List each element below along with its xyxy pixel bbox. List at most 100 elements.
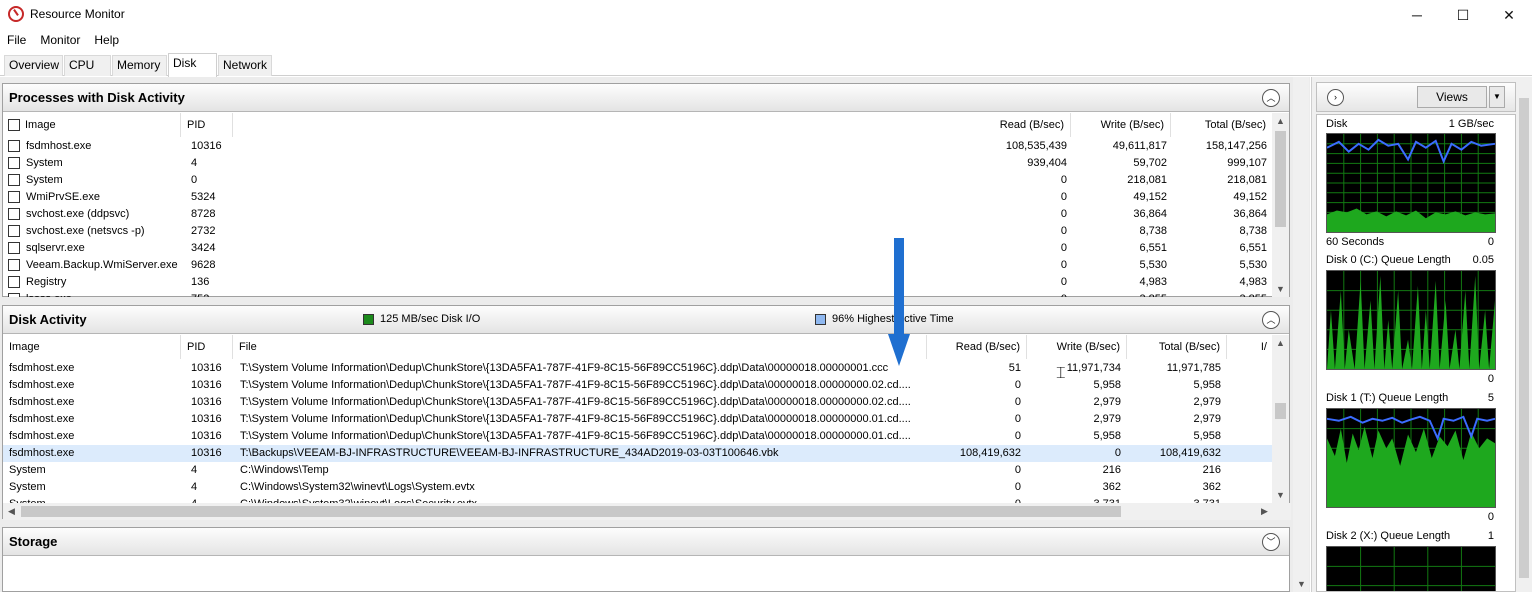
- column-file[interactable]: File: [233, 335, 927, 359]
- expand-icon[interactable]: ﹀: [1262, 533, 1280, 551]
- collapse-icon[interactable]: ︿: [1262, 311, 1280, 329]
- row-checkbox[interactable]: [8, 276, 20, 288]
- disk-activity-title: Disk Activity: [9, 312, 87, 327]
- table-row[interactable]: lsass.exe 7520 3,855 3,855: [3, 291, 1273, 297]
- cell-image: lsass.exe: [26, 291, 181, 297]
- column-pid[interactable]: PID: [181, 335, 233, 359]
- disk-activity-vscrollbar[interactable]: ▲ ▼: [1272, 335, 1289, 503]
- table-row[interactable]: svchost.exe (netsvcs -p) 2732 0 8,738 8,738: [3, 223, 1273, 240]
- cell-image: fsdmhost.exe: [9, 379, 75, 391]
- disk-activity-header[interactable]: Disk Activity 125 MB/sec Disk I/O 96% Hi…: [3, 306, 1289, 334]
- table-row[interactable]: System 4 939,404 59,702 999,107: [3, 155, 1273, 172]
- cell-read: 0: [1060, 191, 1067, 203]
- disk-activity-section: Disk Activity 125 MB/sec Disk I/O 96% Hi…: [2, 305, 1291, 520]
- column-io-priority[interactable]: I/: [1227, 335, 1273, 359]
- table-row[interactable]: System 4 C:\Windows\System32\winevt\Logs\S…: [3, 496, 1273, 503]
- disk-activity-hscrollbar[interactable]: ◀ ▶: [3, 503, 1291, 520]
- scroll-left-icon[interactable]: ◀: [3, 503, 20, 519]
- cell-write: 6,551: [1139, 242, 1167, 254]
- column-read[interactable]: Read (B/sec): [233, 113, 1071, 137]
- graph-pane-scrollbar[interactable]: [1517, 83, 1531, 592]
- scroll-thumb[interactable]: [1275, 131, 1286, 227]
- cell-pid: 0: [191, 174, 198, 186]
- table-row[interactable]: System 4 C:\Windows\Temp 0 216 216: [3, 462, 1273, 479]
- hscroll-thumb[interactable]: [21, 506, 1121, 517]
- cell-image: fsdmhost.exe: [9, 413, 75, 425]
- table-row[interactable]: fsdmhost.exe 10316 T:\System Volume Inform…: [3, 428, 1273, 445]
- tab-network[interactable]: Network: [218, 55, 272, 76]
- cell-pid: 10316: [191, 447, 222, 459]
- hide-graphs-icon[interactable]: ›: [1327, 89, 1344, 106]
- tab-memory[interactable]: Memory: [112, 55, 167, 76]
- menu-monitor[interactable]: Monitor: [33, 31, 87, 49]
- cell-read: 0: [1014, 413, 1021, 425]
- tab-overview[interactable]: Overview: [4, 55, 63, 76]
- row-checkbox[interactable]: [8, 174, 20, 186]
- row-checkbox[interactable]: [8, 259, 20, 271]
- row-checkbox[interactable]: [8, 191, 20, 203]
- table-row[interactable]: Veeam.Backup.WmiServer.exe 9628 0 5,530 5,53…: [3, 257, 1273, 274]
- scroll-down-icon[interactable]: ▼: [1272, 281, 1289, 297]
- cell-total: 49,152: [1233, 191, 1267, 203]
- table-row[interactable]: Registry 136 0 4,983 4,983: [3, 274, 1273, 291]
- cell-write: 3,855: [1071, 291, 1167, 297]
- cell-image: sqlservr.exe: [26, 242, 85, 254]
- table-row[interactable]: svchost.exe (ddpsvc) 8728 0 36,864 36,864: [3, 206, 1273, 223]
- views-dropdown-icon[interactable]: ▼: [1489, 86, 1505, 108]
- storage-header[interactable]: Storage ﹀: [3, 528, 1289, 556]
- table-row[interactable]: fsdmhost.exe 10316 T:\System Volume Inform…: [3, 394, 1273, 411]
- column-image[interactable]: Image: [3, 113, 181, 137]
- cell-image: fsdmhost.exe: [9, 396, 75, 408]
- row-checkbox[interactable]: [8, 225, 20, 237]
- scroll-right-icon[interactable]: ▶: [1256, 503, 1273, 519]
- table-row[interactable]: WmiPrvSE.exe 5324 0 49,152 49,152: [3, 189, 1273, 206]
- maximize-button[interactable]: ☐: [1440, 0, 1486, 30]
- menu-file[interactable]: File: [0, 31, 33, 49]
- column-image[interactable]: Image: [3, 335, 181, 359]
- table-row[interactable]: fsdmhost.exe 10316 T:\System Volume Inform…: [3, 360, 1273, 377]
- menu-help[interactable]: Help: [87, 31, 126, 49]
- close-button[interactable]: ✕: [1486, 0, 1532, 30]
- tab-disk[interactable]: Disk: [168, 53, 217, 77]
- cell-pid: 10316: [191, 140, 222, 152]
- table-row[interactable]: sqlservr.exe 3424 0 6,551 6,551: [3, 240, 1273, 257]
- row-checkbox[interactable]: [8, 242, 20, 254]
- processes-header[interactable]: Processes with Disk Activity ︿: [3, 84, 1289, 112]
- column-write[interactable]: Write (B/sec): [1071, 113, 1171, 137]
- tab-cpu[interactable]: CPU: [64, 55, 111, 76]
- scroll-up-icon[interactable]: ▲: [1272, 335, 1289, 351]
- table-row[interactable]: fsdmhost.exe 10316 T:\System Volume Inform…: [3, 411, 1273, 428]
- minimize-button[interactable]: ─: [1394, 0, 1440, 30]
- column-write[interactable]: Write (B/sec): [1027, 335, 1127, 359]
- row-checkbox[interactable]: [8, 140, 20, 152]
- scroll-up-icon[interactable]: ▲: [1272, 113, 1289, 129]
- main-scrollbar[interactable]: ▼: [1293, 77, 1309, 592]
- collapse-icon[interactable]: ︿: [1262, 89, 1280, 107]
- cell-image: System: [26, 174, 63, 186]
- cell-image: fsdmhost.exe: [9, 362, 75, 374]
- column-read[interactable]: Read (B/sec): [927, 335, 1027, 359]
- table-row[interactable]: fsdmhost.exe 10316 T:\System Volume Inform…: [3, 377, 1273, 394]
- row-checkbox[interactable]: [8, 157, 20, 169]
- row-checkbox[interactable]: [8, 293, 20, 297]
- select-all-checkbox[interactable]: [8, 119, 20, 131]
- column-total[interactable]: Total (B/sec): [1171, 113, 1273, 137]
- table-row[interactable]: fsdmhost.exe 10316 T:\Backups\VEEAM-BJ-INF…: [3, 445, 1273, 462]
- processes-scrollbar[interactable]: ▲ ▼: [1272, 113, 1289, 297]
- table-row[interactable]: fsdmhost.exe 10316 108,535,439 49,611,817 15…: [3, 138, 1273, 155]
- views-button[interactable]: Views: [1417, 86, 1487, 108]
- cell-total: 158,147,256: [1205, 140, 1267, 152]
- cell-file: T:\System Volume Information\Dedup\Chunk…: [240, 362, 889, 374]
- scroll-thumb[interactable]: [1275, 403, 1286, 419]
- scroll-down-icon[interactable]: ▼: [1293, 576, 1310, 592]
- column-pid[interactable]: PID: [181, 113, 233, 137]
- graph-disk-min: 0: [1487, 236, 1494, 248]
- column-total[interactable]: Total (B/sec): [1127, 335, 1227, 359]
- table-row[interactable]: System 4 C:\Windows\System32\winevt\Logs\S…: [3, 479, 1273, 496]
- table-row[interactable]: System 0 0 218,081 218,081: [3, 172, 1273, 189]
- scroll-thumb[interactable]: [1519, 98, 1529, 578]
- row-checkbox[interactable]: [8, 208, 20, 220]
- scroll-down-icon[interactable]: ▼: [1272, 487, 1289, 503]
- main-pane: Processes with Disk Activity ︿ Image PID…: [0, 77, 1310, 592]
- cell-image: fsdmhost.exe: [9, 447, 75, 459]
